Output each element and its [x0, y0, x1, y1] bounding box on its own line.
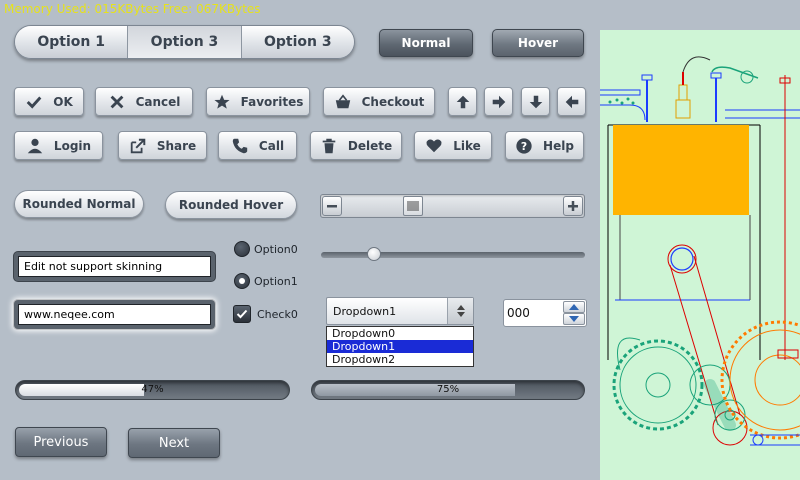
horizontal-scrollbar[interactable] [320, 194, 585, 218]
edit-box-2 [14, 300, 215, 329]
dropdown-option[interactable]: Dropdown0 [327, 327, 473, 340]
scroll-minus-button[interactable] [322, 196, 342, 216]
memory-status: Memory Used: 015KBytes Free: 067KBytes [4, 2, 261, 16]
normal-button[interactable]: Normal [379, 29, 473, 57]
number-spinner[interactable]: 000 [503, 299, 587, 327]
dropdown-option[interactable]: Dropdown2 [327, 353, 473, 366]
arrow-left-icon [565, 95, 578, 108]
like-label: Like [453, 138, 481, 153]
delete-button[interactable]: Delete [310, 131, 402, 160]
phone-icon [232, 138, 248, 153]
rounded-hover-button[interactable]: Rounded Hover [165, 191, 297, 219]
help-label: Help [543, 138, 574, 153]
delete-label: Delete [347, 138, 393, 153]
checkout-label: Checkout [361, 94, 425, 109]
plus-icon [568, 201, 578, 211]
call-label: Call [258, 138, 285, 153]
segment-option-3-selected[interactable]: Option 3 [128, 26, 242, 58]
favorites-button[interactable]: Favorites [206, 87, 310, 116]
progress-bar-2: 75% [311, 380, 585, 400]
progress-bar-1: 47% [15, 380, 290, 400]
arrow-up-button[interactable] [448, 87, 477, 116]
ok-button[interactable]: OK [14, 87, 84, 116]
radio-option1[interactable]: Option1 [234, 273, 298, 289]
arrow-right-icon [492, 95, 505, 108]
call-button[interactable]: Call [218, 131, 297, 160]
checkbox-check0[interactable]: Check0 [233, 305, 298, 323]
login-label: Login [53, 138, 92, 153]
edit-not-skinned-input[interactable] [18, 256, 211, 277]
progress-text-1: 47% [141, 384, 164, 395]
edit-box-1 [14, 252, 215, 281]
share-icon [130, 138, 146, 153]
check-icon [26, 96, 42, 109]
segmented-control: Option 1 Option 3 Option 3 [14, 25, 355, 59]
dropdown-list: Dropdown0 Dropdown1 Dropdown2 [326, 326, 474, 367]
dropdown-arrow-button[interactable] [447, 298, 473, 324]
svg-text:?: ? [521, 140, 527, 153]
dropdown[interactable]: Dropdown1 [326, 297, 474, 325]
dropdown-value: Dropdown1 [333, 304, 397, 318]
check0-label: Check0 [257, 307, 298, 321]
arrow-down-button[interactable] [521, 87, 550, 116]
radio-option0-label: Option0 [254, 242, 298, 256]
grip-icon [407, 201, 419, 211]
share-label: Share [156, 138, 197, 153]
favorites-label: Favorites [240, 94, 304, 109]
chevron-up-icon [456, 305, 465, 310]
url-input[interactable] [18, 304, 211, 325]
question-icon: ? [516, 137, 532, 154]
slider-thumb[interactable] [367, 247, 381, 261]
arrow-left-button[interactable] [557, 87, 586, 116]
heart-icon [426, 138, 442, 152]
next-button[interactable]: Next [128, 428, 220, 458]
triangle-down-icon [569, 316, 579, 322]
previous-button[interactable]: Previous [15, 427, 107, 457]
user-icon [27, 138, 43, 153]
progress-text-2: 75% [436, 384, 460, 395]
help-button[interactable]: ? Help [505, 131, 584, 160]
engine-block [613, 125, 749, 215]
arrow-right-button[interactable] [484, 87, 513, 116]
scroll-plus-button[interactable] [563, 196, 583, 216]
triangle-up-icon [569, 304, 579, 310]
rounded-normal-button[interactable]: Rounded Normal [14, 190, 144, 218]
chevron-down-icon [456, 312, 465, 317]
slider-track[interactable] [321, 247, 585, 261]
checkbox-box [233, 305, 251, 323]
minus-icon [327, 205, 337, 208]
basket-icon [335, 93, 350, 108]
radio-option0[interactable]: Option0 [234, 241, 298, 257]
dropdown-option-selected[interactable]: Dropdown1 [327, 340, 473, 353]
hover-button[interactable]: Hover [492, 29, 584, 57]
radio-option1-label: Option1 [254, 274, 298, 288]
radio-circle-selected [234, 273, 250, 289]
trash-icon [322, 138, 336, 153]
engine-animation-panel [600, 30, 800, 480]
cancel-button[interactable]: Cancel [95, 87, 193, 116]
arrow-down-icon [529, 95, 542, 108]
cancel-label: Cancel [135, 94, 181, 109]
spin-up-button[interactable] [563, 301, 585, 313]
x-icon [110, 95, 124, 108]
share-button[interactable]: Share [118, 131, 207, 160]
segment-option-3[interactable]: Option 3 [241, 26, 354, 58]
spinner-value: 000 [507, 306, 530, 320]
like-button[interactable]: Like [414, 131, 492, 160]
spin-down-button[interactable] [563, 313, 585, 325]
radio-circle [234, 241, 250, 257]
segment-option-1[interactable]: Option 1 [15, 26, 129, 58]
scrollbar-thumb[interactable] [403, 196, 423, 216]
login-button[interactable]: Login [14, 131, 103, 160]
checkout-button[interactable]: Checkout [323, 87, 435, 116]
star-icon [214, 94, 230, 109]
arrow-up-icon [456, 95, 469, 108]
ok-label: OK [53, 94, 73, 109]
checkmark-icon [236, 309, 248, 319]
